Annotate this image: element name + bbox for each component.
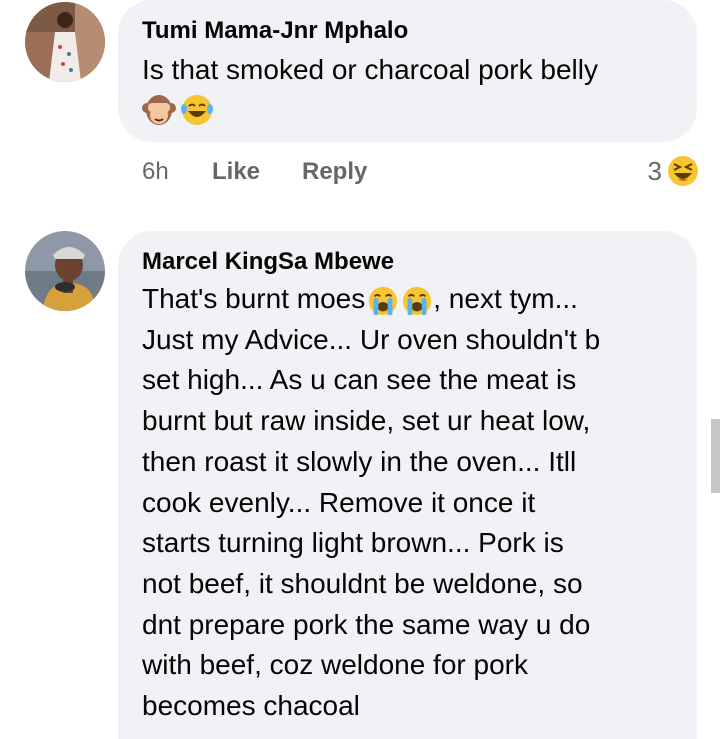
laughing-face-emoji bbox=[668, 156, 698, 186]
reply-button[interactable]: Reply bbox=[302, 158, 367, 186]
comment-bubble-2: Marcel KingSa Mbewe That's burnt moes , … bbox=[118, 231, 697, 739]
scrollbar-thumb[interactable] bbox=[711, 419, 720, 493]
comment-text: Is that smoked or charcoal pork belly bbox=[142, 54, 598, 85]
comment-line: then roast it slowly in the oven... Itll bbox=[142, 445, 577, 477]
comment-actions: 6h Like Reply bbox=[142, 158, 367, 186]
laughing-tears-emoji bbox=[181, 94, 213, 125]
like-button[interactable]: Like bbox=[212, 158, 302, 186]
comment-line-text: , next tym... bbox=[433, 283, 578, 314]
avatar-tumi[interactable] bbox=[25, 2, 105, 82]
reaction-summary[interactable]: 3 bbox=[648, 154, 700, 188]
avatar-marcel[interactable] bbox=[25, 231, 105, 311]
crying-face-emoji bbox=[403, 286, 432, 315]
comment-line: becomes chacoal bbox=[142, 690, 360, 722]
comment-line-text: That's burnt moes bbox=[142, 283, 366, 314]
comment-line: with beef, coz weldone for pork bbox=[142, 649, 528, 681]
comment-line: Just my Advice... Ur oven shouldn't b bbox=[142, 323, 601, 355]
comment-bubble-1: Tumi Mama-Jnr Mphalo Is that smoked or c… bbox=[118, 0, 697, 142]
comment-line: dnt prepare pork the same way u do bbox=[142, 608, 591, 640]
comment-author[interactable]: Marcel KingSa Mbewe bbox=[142, 247, 697, 277]
crying-face-emoji bbox=[369, 286, 398, 315]
comment-line: set high... As u can see the meat is bbox=[142, 364, 577, 396]
comment-line: cook evenly... Remove it once it bbox=[142, 486, 536, 518]
comment-timestamp[interactable]: 6h bbox=[142, 158, 212, 186]
comment-line: starts turning light brown... Pork is bbox=[142, 527, 564, 559]
comment-line: That's burnt moes , next tym... bbox=[142, 279, 697, 320]
see-no-evil-monkey-emoji bbox=[142, 94, 176, 125]
comment-emoji-line bbox=[142, 93, 697, 129]
comment-line: not beef, it shouldnt be weldone, so bbox=[142, 567, 583, 599]
comment-author[interactable]: Tumi Mama-Jnr Mphalo bbox=[142, 16, 697, 46]
reaction-count: 3 bbox=[647, 155, 662, 186]
comment-line: burnt but raw inside, set ur heat low, bbox=[142, 405, 591, 437]
